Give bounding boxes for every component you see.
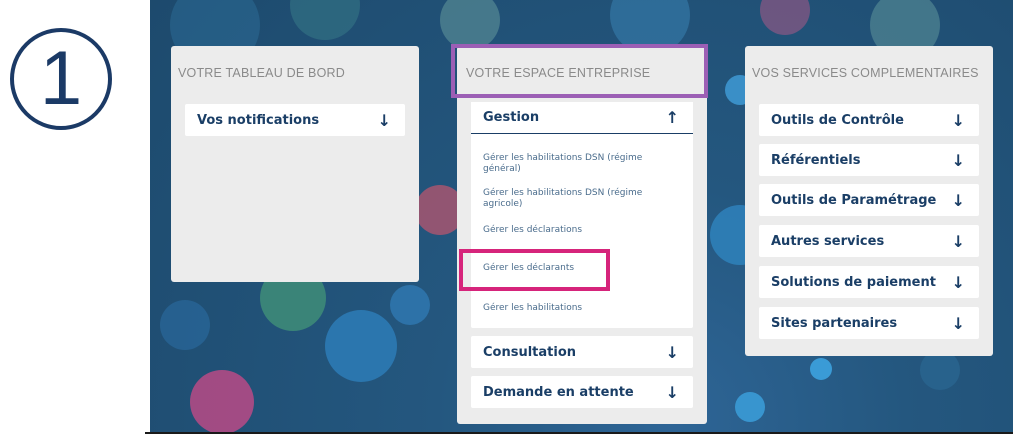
services-item-label: Solutions de paiement [771, 274, 936, 290]
arrow-down-icon: ↓ [377, 110, 391, 130]
dashboard-panel: VOTRE TABLEAU DE BORD Vos notifications … [171, 46, 419, 282]
services-panel: VOS SERVICES COMPLEMENTAIRES Outils de C… [745, 46, 993, 356]
services-item[interactable]: Outils de Paramétrage ↓ [759, 184, 979, 216]
bottom-rule [145, 432, 1013, 434]
services-item-label: Référentiels [771, 152, 861, 168]
pending-request-label: Demande en attente [483, 384, 634, 400]
link-gerer-habilitations[interactable]: Gérer les habilitations [483, 303, 683, 314]
link-gerer-declarations[interactable]: Gérer les déclarations [483, 225, 683, 236]
pending-request-toggle[interactable]: Demande en attente ↓ [471, 376, 693, 408]
declarants-link-highlight [459, 249, 610, 291]
consultation-label: Consultation [483, 344, 577, 360]
enterprise-panel: VOTRE ESPACE ENTREPRISE Gestion ↑ Gérer … [457, 46, 707, 424]
arrow-down-icon: ↓ [951, 190, 965, 210]
gestion-label: Gestion [483, 110, 540, 125]
arrow-down-icon: ↓ [951, 272, 965, 292]
notifications-toggle[interactable]: Vos notifications ↓ [185, 104, 405, 136]
notifications-label: Vos notifications [197, 112, 320, 128]
arrow-down-icon: ↓ [951, 150, 965, 170]
services-item[interactable]: Référentiels ↓ [759, 144, 979, 176]
services-item[interactable]: Autres services ↓ [759, 225, 979, 257]
step-number-badge: 1 [10, 28, 112, 130]
arrow-down-icon: ↓ [665, 342, 679, 362]
services-item-label: Outils de Paramétrage [771, 192, 937, 208]
arrow-down-icon: ↓ [951, 313, 965, 333]
services-panel-title: VOS SERVICES COMPLEMENTAIRES [752, 66, 979, 80]
services-item-label: Autres services [771, 233, 885, 249]
arrow-down-icon: ↓ [951, 231, 965, 251]
dashboard-panel-title: VOTRE TABLEAU DE BORD [178, 66, 345, 80]
link-habilitations-dsn-agricole[interactable]: Gérer les habilitations DSN (régime agri… [483, 188, 673, 210]
link-habilitations-dsn-general[interactable]: Gérer les habilitations DSN (régime géné… [483, 153, 678, 175]
consultation-toggle[interactable]: Consultation ↓ [471, 336, 693, 368]
gestion-section: Gestion ↑ [471, 102, 693, 328]
arrow-down-icon: ↓ [951, 110, 965, 130]
services-item[interactable]: Solutions de paiement ↓ [759, 266, 979, 298]
arrow-up-icon: ↑ [665, 108, 679, 127]
arrow-down-icon: ↓ [665, 382, 679, 402]
services-item-label: Outils de Contrôle [771, 112, 904, 128]
enterprise-title-highlight [451, 44, 708, 98]
gestion-toggle[interactable]: Gestion ↑ [471, 102, 693, 134]
services-item[interactable]: Outils de Contrôle ↓ [759, 104, 979, 136]
services-item[interactable]: Sites partenaires ↓ [759, 307, 979, 339]
services-item-label: Sites partenaires [771, 315, 898, 331]
